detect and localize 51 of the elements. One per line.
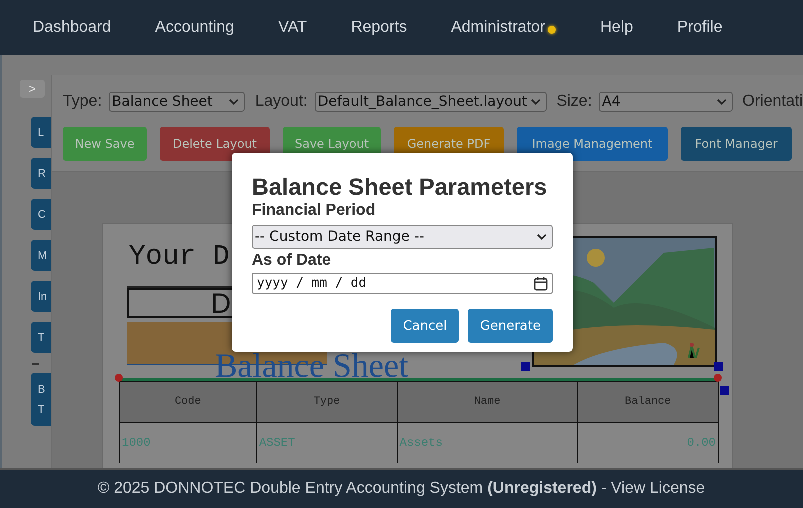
nav-link[interactable]: Administrator [429, 18, 578, 36]
field-label: Orientati [742, 93, 803, 111]
date-field[interactable]: yyyy / mm / dd [252, 273, 553, 294]
header-text: Your D [129, 242, 230, 273]
toolbar-button[interactable]: Delete Layout [160, 127, 270, 161]
column-header: Name [397, 382, 578, 422]
resize-handle[interactable] [714, 362, 723, 371]
sidebar-button[interactable]: C [31, 199, 51, 230]
period-select[interactable]: -- Custom Date Range -- [252, 225, 553, 249]
field-label: As of Date [252, 251, 332, 271]
sidebar-button[interactable]: T [31, 322, 51, 353]
field-label: Size: [556, 93, 592, 111]
select-field[interactable]: Balance Sheet [109, 92, 246, 112]
sidebar-button[interactable]: B T [31, 373, 51, 426]
column-header: Type [256, 382, 398, 422]
nav-link[interactable]: VAT [256, 18, 330, 36]
calendar-icon[interactable] [534, 277, 548, 291]
column-header: Balance [578, 382, 718, 422]
column-header: Code [120, 382, 257, 422]
toolbar-button[interactable]: Image Management [517, 127, 668, 161]
nav-link[interactable]: Profile [655, 18, 745, 36]
anchor-handle[interactable] [115, 374, 123, 382]
sidebar-button[interactable]: In [31, 281, 51, 312]
field-label: Layout: [255, 93, 308, 111]
nav-link[interactable]: Dashboard [11, 18, 134, 36]
field-label: Financial Period [252, 201, 377, 221]
chevron-icon [716, 98, 728, 106]
chevron-icon [228, 98, 240, 106]
nav-link[interactable]: Help [578, 18, 656, 36]
table-cell: 1000 [120, 422, 257, 463]
resize-handle[interactable] [720, 386, 729, 395]
sidebar-button[interactable]: M [31, 240, 51, 271]
chevron-icon [536, 233, 548, 241]
dialog-button[interactable]: Generate [468, 309, 553, 343]
sidebar-button[interactable]: R [31, 158, 51, 189]
dialog-button[interactable]: Cancel [391, 309, 460, 343]
dialog-title: Balance Sheet Parameters [252, 173, 548, 201]
resize-handle[interactable] [521, 362, 530, 371]
select-field[interactable]: A4 [599, 92, 733, 112]
chevron-icon [530, 98, 542, 106]
nav-link[interactable]: Reports [329, 18, 430, 36]
select-field[interactable]: Default_Balance_Sheet.layout [314, 92, 547, 112]
sidebar-button[interactable]: L [31, 117, 51, 148]
nav-link[interactable]: Accounting [133, 18, 256, 36]
field-label: Type: [63, 93, 102, 111]
table-cell: ASSET [256, 422, 398, 463]
table-cell: Assets [397, 422, 578, 463]
toolbar-button[interactable]: Font Manager [681, 127, 792, 161]
table-cell: 0.00 [578, 422, 718, 463]
anchor-handle[interactable] [714, 374, 722, 382]
footer-text: © 2025 DONNOTEC Double Entry Accounting System (Unregistered) - View License [98, 480, 706, 498]
